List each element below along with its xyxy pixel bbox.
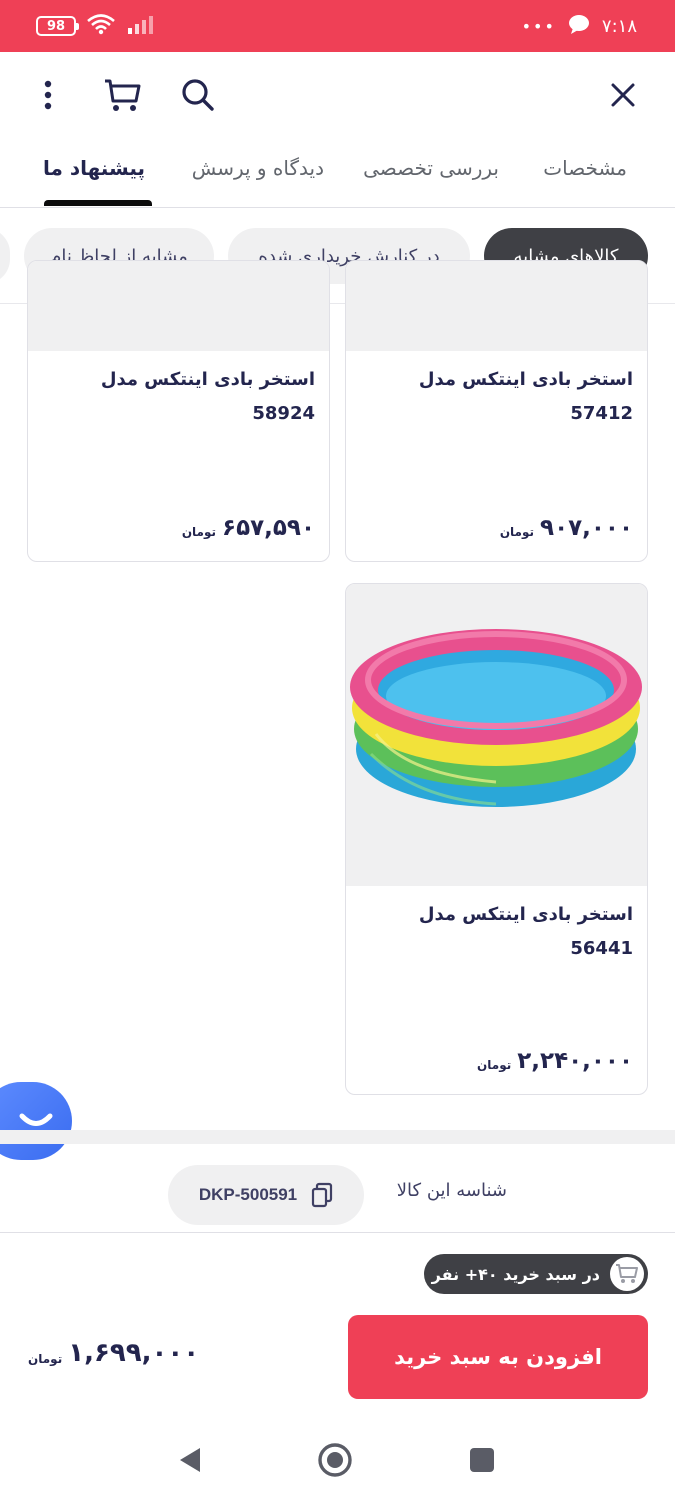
search-icon [182, 79, 214, 111]
product-title-line2: 57412 [570, 403, 633, 424]
tab-our-suggestion[interactable]: پیشنهاد ما [43, 156, 145, 180]
battery-level: 98 [46, 18, 66, 34]
product-price: ۲,۲۴۰,۰۰۰ تومان [477, 1048, 633, 1074]
chip-partial[interactable] [0, 228, 10, 284]
cart-button[interactable] [99, 72, 145, 118]
chat-support-button[interactable] [0, 1082, 72, 1160]
search-button[interactable] [175, 72, 221, 118]
product-id-value: DKP-500591 [198, 1185, 298, 1204]
cart-popularity-badge: در سبد خرید ۴۰+ نفر [424, 1254, 648, 1294]
price-value: ۲,۲۴۰,۰۰۰ [517, 1048, 633, 1074]
product-title-line1: استخر بادی اینتکس مدل [100, 369, 315, 390]
active-tab-indicator [44, 200, 152, 206]
product-price: ۹۰۷,۰۰۰ تومان [500, 515, 633, 541]
battery-indicator: 98 [36, 16, 79, 36]
main-price-value: ۱,۶۹۹,۰۰۰ [68, 1338, 200, 1368]
cart-badge-icon-wrap [610, 1257, 644, 1291]
more-vertical-icon [44, 80, 52, 110]
clock: ۷:۱۸ [601, 15, 637, 37]
smile-icon [19, 1113, 53, 1126]
nav-recents-button[interactable] [462, 1440, 502, 1480]
tab-comments[interactable]: دیدگاه و پرسش [192, 156, 324, 180]
tab-expert-review[interactable]: بررسی تخصصی [363, 156, 499, 180]
status-right: ••• ۷:۱۸ [522, 12, 637, 40]
shopping-cart-icon [616, 1264, 638, 1283]
main-price-currency: تومان [28, 1352, 63, 1366]
price-currency: تومان [181, 525, 217, 539]
nav-home-button[interactable] [315, 1440, 355, 1480]
home-circle-icon [318, 1443, 352, 1477]
status-bar: 98 ••• ۷:۱۸ [0, 0, 675, 52]
section-divider [0, 1130, 675, 1144]
close-icon [611, 83, 635, 107]
section-tabs: مشخصات بررسی تخصصی دیدگاه و پرسش پیشنهاد… [0, 138, 675, 208]
product-id-label: شناسه این کالا [396, 1180, 507, 1201]
copy-icon [312, 1182, 333, 1208]
wifi-icon [86, 13, 116, 39]
product-id-copy-button[interactable]: DKP-500591 [168, 1165, 364, 1225]
product-card[interactable]: استخر بادی اینتکس مدل 57412 ۹۰۷,۰۰۰ توما… [345, 260, 648, 562]
recents-square-icon [470, 1448, 494, 1472]
product-image-placeholder [346, 261, 647, 351]
inflatable-pool-image [350, 629, 642, 807]
add-to-cart-button[interactable]: افزودن به سبد خرید [348, 1315, 648, 1399]
signal-icon [126, 14, 156, 38]
cart-popularity-text: در سبد خرید ۴۰+ نفر [431, 1264, 600, 1284]
price-value: ۶۵۷,۵۹۰ [222, 515, 315, 541]
separator [0, 1232, 675, 1233]
more-menu-button[interactable] [25, 72, 71, 118]
main-product-price: ۱,۶۹۹,۰۰۰ تومان [28, 1338, 199, 1368]
app-bar [0, 52, 675, 138]
notification-dots: ••• [521, 16, 556, 36]
back-triangle-icon [180, 1448, 200, 1472]
cart-icon [105, 79, 141, 111]
product-price: ۶۵۷,۵۹۰ تومان [182, 515, 315, 541]
product-card[interactable]: استخر بادی اینتکس مدل 56441 ۲,۲۴۰,۰۰۰ تو… [345, 583, 648, 1095]
product-title-line1: استخر بادی اینتکس مدل [418, 904, 633, 925]
product-title: استخر بادی اینتکس مدل 56441 [360, 898, 633, 966]
chat-bubble-icon [568, 14, 590, 39]
status-left: 98 [36, 12, 156, 40]
product-card[interactable]: استخر بادی اینتکس مدل 58924 ۶۵۷,۵۹۰ توما… [27, 260, 330, 562]
product-title: استخر بادی اینتکس مدل 58924 [42, 363, 315, 431]
system-nav-bar [0, 1418, 675, 1500]
close-button[interactable] [600, 72, 646, 118]
price-value: ۹۰۷,۰۰۰ [540, 515, 633, 541]
nav-back-button[interactable] [170, 1440, 210, 1480]
product-image [346, 584, 647, 886]
product-title-line1: استخر بادی اینتکس مدل [418, 369, 633, 390]
price-currency: تومان [477, 1058, 512, 1072]
tab-specs[interactable]: مشخصات [543, 156, 627, 180]
product-title: استخر بادی اینتکس مدل 57412 [360, 363, 633, 431]
product-image-placeholder [28, 261, 329, 351]
product-title-line2: 58924 [252, 403, 315, 424]
price-currency: تومان [499, 525, 535, 539]
product-title-line2: 56441 [570, 938, 633, 959]
